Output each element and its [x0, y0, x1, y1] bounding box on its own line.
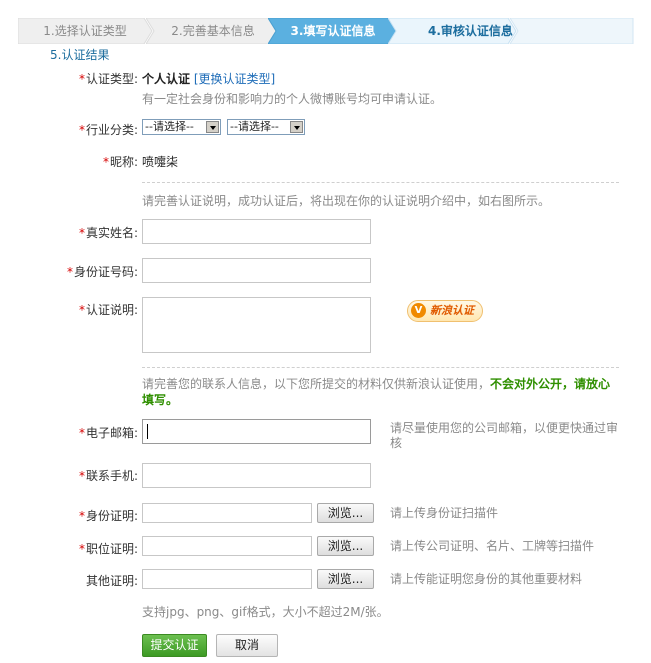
id-number-label-wrap: *身份证号码: [67, 263, 138, 280]
other-proof-browse-button[interactable]: 浏览... [317, 569, 374, 589]
section-2-hint-plain: 请完善您的联系人信息，以下您所提交的材料仅供新浪认证使用， [142, 377, 491, 391]
cancel-button[interactable]: 取消 [216, 634, 278, 657]
sina-verified-badge: V 新浪认证 [407, 300, 483, 322]
description-textarea[interactable] [142, 297, 371, 353]
auth-type-value-row: 个人认证 [更换认证类型] [142, 70, 275, 87]
step-2-label: 2.完善基本信息 [171, 24, 255, 38]
required-mark: * [78, 469, 85, 483]
required-mark: * [78, 303, 85, 317]
file-format-hint: 支持jpg、png、gif格式，大小不超过2M/张。 [142, 605, 389, 619]
description-label-wrap: *认证说明: [79, 301, 138, 318]
required-mark: * [78, 72, 85, 86]
text-cursor [147, 424, 148, 439]
divider [142, 367, 619, 368]
job-proof-hint: 请上传公司证明、名片、工牌等扫描件 [390, 539, 595, 553]
email-input[interactable] [142, 419, 371, 444]
section-1-hint: 请完善认证说明，成功认证后，将出现在你的认证说明介绍中，如右图所示。 [142, 194, 551, 208]
step-5-label: 5.认证结果 [50, 48, 110, 62]
industry-select-primary[interactable]: --请选择-- [142, 119, 221, 135]
phone-label-wrap: *联系手机: [79, 467, 138, 484]
nickname-label: 昵称: [109, 155, 138, 169]
id-number-input[interactable] [142, 258, 371, 283]
auth-type-label-wrap: *认证类型: [79, 70, 138, 87]
id-proof-label-wrap: *身份证明: [79, 507, 138, 524]
required-mark: * [78, 226, 85, 240]
step-4: 4.审核认证信息 [388, 18, 634, 44]
industry-label: 行业分类: [85, 123, 138, 137]
real-name-input[interactable] [142, 219, 371, 244]
industry-select-primary-value: --请选择-- [145, 120, 194, 133]
other-proof-label: 其他证明: [85, 574, 138, 588]
other-proof-hint: 请上传能证明您身份的其他重要材料 [390, 572, 583, 586]
phone-input[interactable] [142, 463, 371, 488]
step-1-label: 1.选择认证类型 [43, 24, 127, 38]
chevron-down-icon [206, 121, 219, 133]
divider [142, 182, 619, 183]
required-mark: * [78, 123, 85, 137]
email-label-wrap: *电子邮箱: [79, 424, 138, 441]
chevron-down-icon [290, 121, 303, 133]
v-icon: V [411, 303, 426, 318]
id-number-label: 身份证号码: [73, 265, 138, 279]
real-name-label: 真实姓名: [85, 226, 138, 240]
change-auth-type-link[interactable]: [更换认证类型] [194, 72, 275, 86]
required-mark: * [66, 265, 73, 279]
step-4-label: 4.审核认证信息 [428, 24, 513, 38]
nickname-label-wrap: *昵称: [103, 153, 138, 170]
real-name-label-wrap: *真实姓名: [79, 224, 138, 241]
industry-label-wrap: *行业分类: [79, 121, 138, 138]
nickname-value: 喷嚏柒 [142, 155, 179, 169]
step-1: 1.选择认证类型 [18, 18, 153, 44]
email-hint: 请尽量使用您的公司邮箱，以便更快通过审核 [390, 421, 619, 450]
id-proof-file-field[interactable] [142, 503, 312, 523]
id-proof-hint: 请上传身份证扫描件 [390, 506, 499, 520]
step-progress-bar: 1.选择认证类型 2.完善基本信息 3.填写认证信息 4.审核认证信息 [18, 18, 634, 44]
auth-type-label: 认证类型: [85, 72, 138, 86]
step-2: 2.完善基本信息 [146, 18, 281, 44]
job-proof-label-wrap: *职位证明: [79, 540, 138, 557]
phone-label: 联系手机: [85, 469, 138, 483]
step-3: 3.填写认证信息 [268, 18, 398, 44]
job-proof-label: 职位证明: [85, 542, 138, 556]
industry-select-secondary[interactable]: --请选择-- [227, 119, 305, 135]
auth-type-hint: 有一定社会身份和影响力的个人微博账号均可申请认证。 [142, 92, 443, 106]
job-proof-file-field[interactable] [142, 536, 312, 556]
other-proof-file-field[interactable] [142, 569, 312, 589]
job-proof-browse-button[interactable]: 浏览... [317, 536, 374, 556]
sina-verified-text: 新浪认证 [430, 304, 474, 317]
email-label: 电子邮箱: [85, 426, 138, 440]
id-proof-browse-button[interactable]: 浏览... [317, 503, 374, 523]
industry-select-secondary-value: --请选择-- [230, 120, 279, 133]
step-3-label: 3.填写认证信息 [290, 24, 376, 38]
required-mark: * [78, 509, 85, 523]
required-mark: * [102, 155, 109, 169]
required-mark: * [78, 426, 85, 440]
id-proof-label: 身份证明: [85, 509, 138, 523]
description-label: 认证说明: [85, 303, 138, 317]
auth-type-value: 个人认证 [142, 72, 191, 86]
required-mark: * [78, 542, 85, 556]
submit-verification-button[interactable]: 提交认证 [142, 634, 207, 657]
section-2-hint: 请完善您的联系人信息，以下您所提交的材料仅供新浪认证使用，不会对外公开，请放心填… [142, 376, 614, 408]
